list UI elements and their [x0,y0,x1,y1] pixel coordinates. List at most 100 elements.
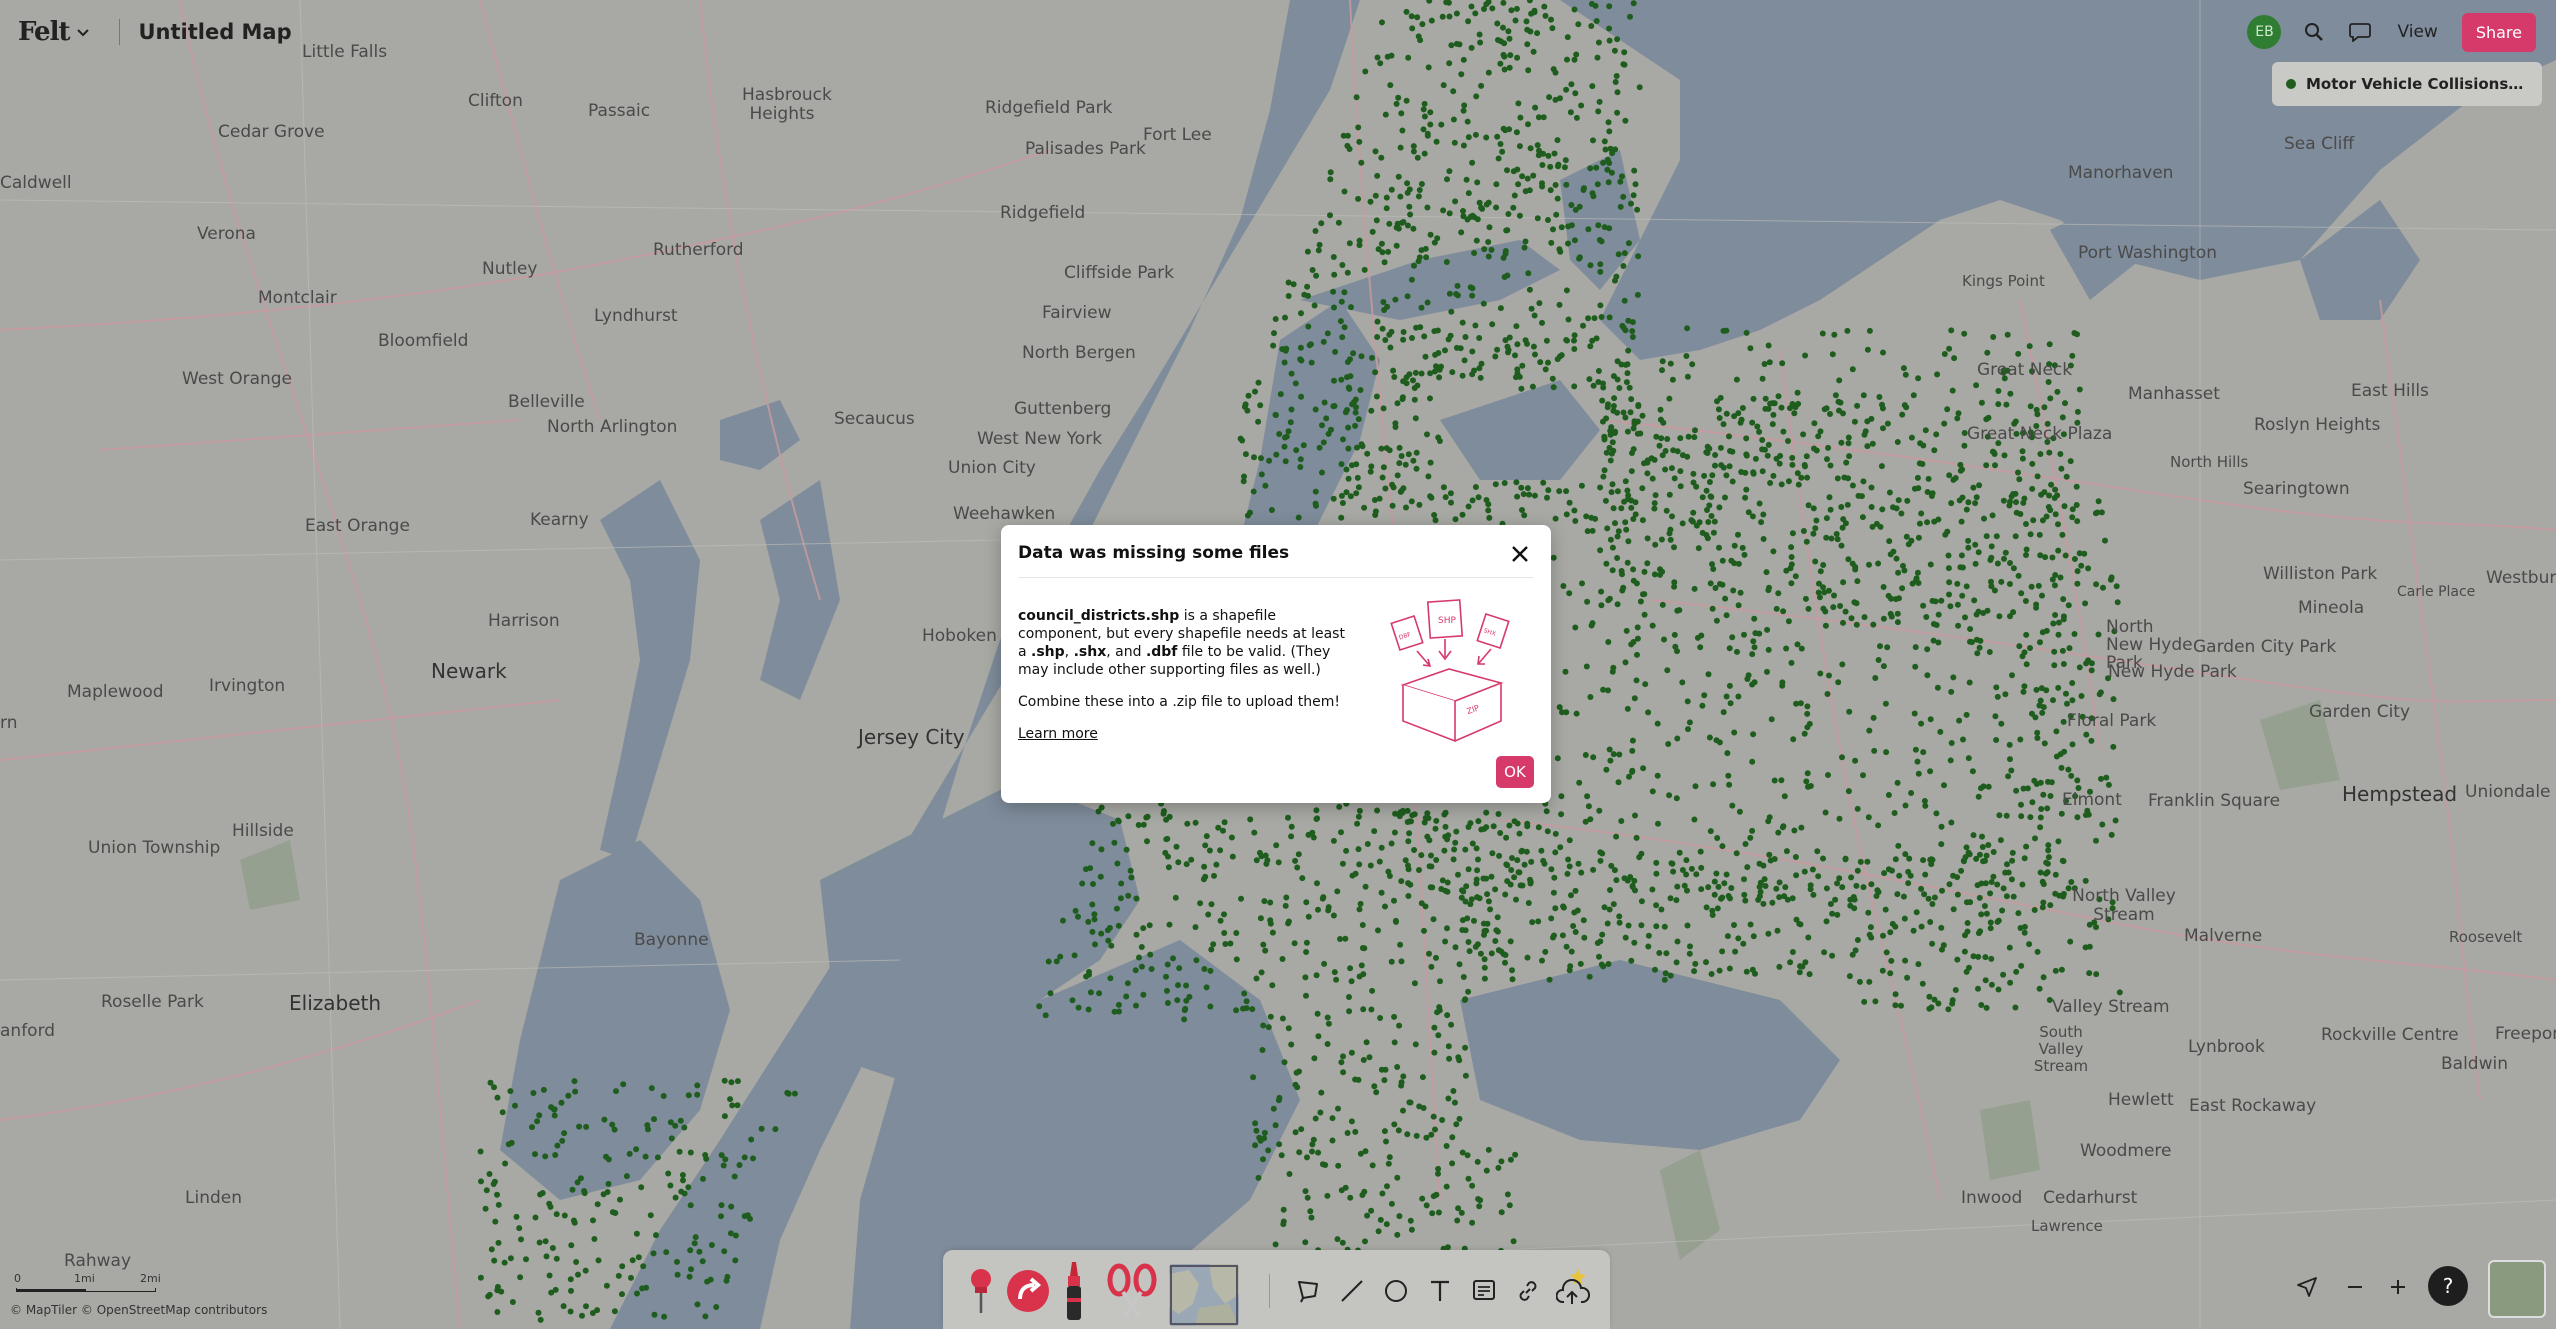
collision-point[interactable] [1744,864,1751,871]
collision-point[interactable] [1894,891,1901,898]
collision-point[interactable] [1502,891,1509,898]
collision-point[interactable] [1720,709,1727,716]
collision-point[interactable] [1380,464,1387,471]
collision-point[interactable] [2063,473,2070,480]
collision-point[interactable] [1899,585,1906,592]
collision-point[interactable] [1590,137,1596,144]
collision-point[interactable] [1709,605,1716,612]
collision-point[interactable] [1625,240,1632,247]
collision-point[interactable] [1597,261,1604,268]
collision-point[interactable] [1613,833,1620,840]
collision-point[interactable] [1047,990,1054,997]
collision-point[interactable] [1629,747,1636,754]
collision-point[interactable] [1750,638,1757,645]
collision-point[interactable] [1848,874,1855,881]
collision-point[interactable] [1458,71,1465,78]
collision-point[interactable] [1624,428,1631,435]
collision-point[interactable] [1184,820,1191,827]
collision-point[interactable] [1880,663,1887,670]
collision-point[interactable] [1386,220,1393,227]
collision-point[interactable] [1596,953,1602,960]
collision-point[interactable] [1321,399,1328,406]
collision-point[interactable] [1396,1022,1403,1029]
collision-point[interactable] [1834,911,1841,918]
collision-point[interactable] [2076,550,2083,557]
collision-point[interactable] [1352,1076,1359,1083]
collision-point[interactable] [1147,951,1154,958]
collision-point[interactable] [2037,451,2044,457]
collision-point[interactable] [1412,369,1419,376]
collision-point[interactable] [1741,631,1747,638]
collision-point[interactable] [1927,716,1934,723]
collision-point[interactable] [1703,487,1710,494]
collision-point[interactable] [1357,900,1364,907]
collision-point[interactable] [1923,614,1930,620]
collision-point[interactable] [1868,934,1875,941]
collision-point[interactable] [2012,1004,2019,1011]
collision-point[interactable] [1338,298,1345,305]
collision-point[interactable] [543,1253,550,1260]
collision-point[interactable] [1639,485,1646,492]
collision-point[interactable] [2067,458,2074,465]
collision-point[interactable] [1324,330,1331,337]
collision-point[interactable] [1478,82,1485,89]
collision-point[interactable] [1444,836,1451,843]
collision-point[interactable] [1571,383,1578,390]
collision-point[interactable] [2004,861,2010,868]
collision-point[interactable] [1902,371,1909,378]
collision-point[interactable] [581,1190,588,1197]
collision-point[interactable] [2001,452,2008,459]
collision-point[interactable] [1723,871,1730,878]
collision-point[interactable] [1636,84,1643,91]
collision-point[interactable] [1851,418,1858,425]
collision-point[interactable] [1436,374,1443,381]
collision-point[interactable] [1345,445,1352,452]
collision-point[interactable] [1641,568,1648,575]
collision-point[interactable] [1878,463,1885,470]
collision-point[interactable] [1286,1171,1293,1177]
collision-point[interactable] [1166,813,1173,820]
collision-point[interactable] [2040,974,2047,981]
collision-point[interactable] [1658,435,1665,442]
collision-point[interactable] [1347,356,1353,363]
collision-point[interactable] [1484,920,1491,927]
collision-point[interactable] [1347,965,1354,972]
collision-point[interactable] [1816,594,1823,601]
collision-point[interactable] [1712,462,1718,469]
collision-point[interactable] [2000,885,2007,892]
collision-point[interactable] [1722,595,1729,602]
collision-point[interactable] [1788,580,1795,587]
collision-point[interactable] [1707,828,1714,835]
collision-point[interactable] [1340,132,1347,139]
collision-point[interactable] [1931,894,1938,901]
collision-point[interactable] [1445,1095,1452,1102]
collision-point[interactable] [2074,518,2081,525]
collision-point[interactable] [1853,600,1860,607]
collision-point[interactable] [1710,529,1717,536]
collision-point[interactable] [1507,881,1514,888]
collision-point[interactable] [1920,602,1927,609]
collision-point[interactable] [1548,915,1555,922]
collision-point[interactable] [1497,830,1504,836]
collision-point[interactable] [1111,839,1118,846]
collision-point[interactable] [1368,407,1375,414]
collision-point[interactable] [1751,644,1758,651]
navigate-icon[interactable] [2294,1270,2320,1304]
collision-point[interactable] [647,1212,654,1219]
collision-point[interactable] [1653,923,1660,930]
collision-point[interactable] [1994,693,2001,700]
collision-point[interactable] [2103,774,2110,781]
collision-point[interactable] [1657,416,1664,423]
collision-point[interactable] [1123,846,1130,853]
collision-point[interactable] [1938,841,1945,848]
collision-point[interactable] [1950,674,1957,681]
collision-point[interactable] [1724,933,1731,940]
collision-point[interactable] [1115,1001,1122,1008]
collision-point[interactable] [1298,1126,1305,1133]
collision-point[interactable] [1781,793,1788,800]
collision-point[interactable] [1840,579,1847,586]
collision-point[interactable] [1728,557,1735,564]
collision-point[interactable] [1775,829,1782,836]
collision-point[interactable] [1789,949,1796,955]
collision-point[interactable] [1378,240,1385,247]
